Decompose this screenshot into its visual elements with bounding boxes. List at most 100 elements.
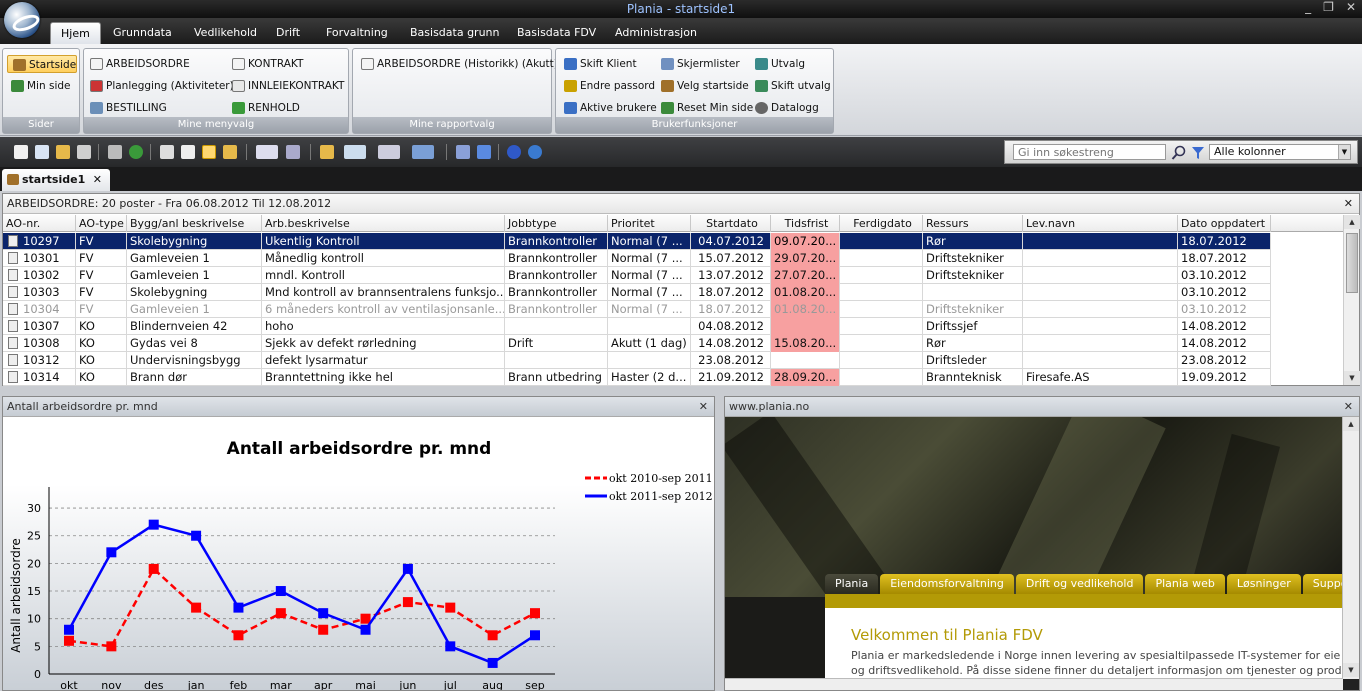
tab-basisdata-grunn[interactable]: Basisdata grunn [400, 22, 510, 44]
tab-startside1[interactable]: startside1 ✕ [2, 169, 110, 191]
formula-icon[interactable] [344, 145, 366, 159]
table-cell: 14.08.2012 [1178, 318, 1271, 335]
table-row[interactable]: 10297 FV Skolebygning Ukentlig Kontroll Bran… [3, 233, 1271, 250]
col-ferdigdato[interactable]: Ferdigdato [840, 215, 923, 232]
copy-icon[interactable] [108, 145, 122, 159]
tab-grunndata[interactable]: Grunndata [103, 22, 182, 44]
tab-basisdata-fdv[interactable]: Basisdata FDV [507, 22, 606, 44]
col-tidsfrist[interactable]: Tidsfrist [771, 215, 840, 232]
tab-forvaltning[interactable]: Forvaltning [316, 22, 398, 44]
close-tab-icon[interactable]: ✕ [93, 169, 102, 191]
new-copy-icon[interactable] [35, 145, 49, 159]
export-icon[interactable] [223, 145, 237, 159]
close-icon[interactable]: ✕ [1344, 194, 1353, 214]
view-icon[interactable] [256, 145, 278, 159]
web-tab-support[interactable]: Support [1302, 574, 1343, 594]
table-row[interactable]: 10314 KO Brann dør Branntettning ikke hel Br… [3, 369, 1271, 386]
info-icon[interactable] [507, 145, 521, 159]
row-document-icon [8, 269, 18, 281]
table-cell [1023, 250, 1178, 267]
scroll-down-icon[interactable]: ▼ [1344, 371, 1360, 385]
col-ressurs[interactable]: Ressurs [923, 215, 1023, 232]
menu-kontrakt[interactable]: KONTRAKT [230, 55, 303, 73]
velg-startside-button[interactable]: Velg startside [659, 77, 749, 95]
folder-icon[interactable] [320, 145, 334, 159]
delete-icon[interactable] [77, 145, 91, 159]
menu-arbeidsordre[interactable]: ARBEIDSORDRE [88, 55, 190, 73]
menu-planlegging[interactable]: Planlegging (Aktiviteter) [88, 77, 234, 95]
web-tab-plania-web[interactable]: Plania web [1145, 574, 1225, 594]
preview-icon[interactable] [202, 145, 216, 159]
col-jobbtype[interactable]: Jobbtype [505, 215, 608, 232]
report-arbeidsordre-historikk[interactable]: ARBEIDSORDRE (Historikk) (Akutt) [359, 55, 558, 73]
chart-icon[interactable] [412, 145, 434, 159]
table-row[interactable]: 10302 FV Gamleveien 1 mndl. Kontroll Brannko… [3, 267, 1271, 284]
table-row[interactable]: 10307 KO Blindernveien 42 hoho 04.08.2012 Dri… [3, 318, 1271, 335]
endre-passord-button[interactable]: Endre passord [562, 77, 655, 95]
menu-renhold[interactable]: RENHOLD [230, 99, 300, 117]
table-row[interactable]: 10308 KO Gydas vei 8 Sjekk av defekt rørled… [3, 335, 1271, 352]
scroll-down-icon[interactable]: ▼ [1343, 663, 1359, 677]
tab-administrasjon[interactable]: Administrasjon [605, 22, 707, 44]
table-row[interactable]: 10301 FV Gamleveien 1 Månedlig kontroll Bran… [3, 250, 1271, 267]
col-ao-type[interactable]: AO-type [76, 215, 127, 232]
skjermlister-button[interactable]: Skjermlister [659, 55, 740, 73]
refresh-icon[interactable] [129, 145, 143, 159]
startside-button[interactable]: Startside [7, 55, 77, 73]
skift-utvalg-button[interactable]: Skift utvalg [753, 77, 831, 95]
col-ao-nr[interactable]: AO-nr. [3, 215, 76, 232]
minimize-button[interactable]: _ [1305, 0, 1311, 14]
skift-klient-button[interactable]: Skift Klient [562, 55, 637, 73]
user-icon [11, 80, 24, 92]
tab-hjem[interactable]: Hjem [50, 22, 101, 44]
column-select[interactable]: Alle kolonner ▼ [1209, 144, 1351, 160]
web-tab-losninger[interactable]: Løsninger [1226, 574, 1301, 594]
search-input[interactable] [1013, 144, 1166, 160]
web-tab-eiendomsforvaltning[interactable]: Eiendomsforvaltning [880, 574, 1014, 594]
close-button[interactable]: ✕ [1346, 0, 1356, 14]
menu-innleiekontrakt[interactable]: INNLEIEKONTRAKT [230, 77, 344, 95]
open-folder-icon[interactable] [56, 145, 70, 159]
grid-scrollbar[interactable]: ▲ ▼ [1343, 215, 1360, 385]
columns-icon[interactable] [378, 145, 400, 159]
web-hscrollbar[interactable] [725, 678, 1343, 690]
col-arbeid[interactable]: Arb.beskrivelse [262, 215, 505, 232]
aktive-brukere-button[interactable]: Aktive brukere [562, 99, 657, 117]
plania-logo-icon[interactable] [4, 2, 40, 38]
monitor-icon [564, 58, 577, 70]
col-lev-navn[interactable]: Lev.navn [1023, 215, 1178, 232]
table-row[interactable]: 10312 KO Undervisningsbygg defekt lysarmatu… [3, 352, 1271, 369]
min-side-button[interactable]: Min side [9, 77, 70, 95]
new-icon[interactable] [14, 145, 28, 159]
col-bygg[interactable]: Bygg/anl beskrivelse [127, 215, 262, 232]
filter-icon[interactable] [456, 145, 470, 159]
scroll-up-icon[interactable]: ▲ [1344, 215, 1360, 229]
web-tab-plania[interactable]: Plania [825, 574, 879, 594]
web-tab-drift[interactable]: Drift og vedlikehold [1015, 574, 1144, 594]
maximize-button[interactable]: ❐ [1323, 0, 1334, 14]
table-row[interactable]: 10303 FV Skolebygning Mnd kontroll av brann… [3, 284, 1271, 301]
web-scrollbar[interactable]: ▲ ▼ [1342, 417, 1359, 679]
layout-icon[interactable] [286, 145, 300, 159]
close-icon[interactable]: ✕ [699, 397, 708, 417]
col-startdato[interactable]: Startdato [691, 215, 771, 232]
datalogg-button[interactable]: Datalogg [753, 99, 819, 117]
print-icon[interactable] [160, 145, 174, 159]
clear-filter-icon[interactable] [477, 145, 491, 159]
menu-bestilling[interactable]: BESTILLING [88, 99, 167, 117]
table-row[interactable]: 10304 FV Gamleveien 16 måneders kontroll a… [3, 301, 1271, 318]
tab-drift[interactable]: Drift [266, 22, 310, 44]
tab-vedlikehold[interactable]: Vedlikehold [184, 22, 267, 44]
col-dato-oppdatert[interactable]: Dato oppdatert [1178, 215, 1271, 232]
x-tick-label: jan [187, 679, 205, 690]
scroll-thumb[interactable] [1346, 233, 1358, 293]
utvalg-button[interactable]: Utvalg [753, 55, 805, 73]
scroll-up-icon[interactable]: ▲ [1343, 417, 1359, 431]
close-icon[interactable]: ✕ [1344, 397, 1353, 417]
print-preview-icon[interactable] [181, 145, 195, 159]
search-icon[interactable] [1171, 145, 1187, 161]
reset-min-side-button[interactable]: Reset Min side [659, 99, 753, 117]
col-prioritet[interactable]: Prioritet [608, 215, 691, 232]
web-icon[interactable] [528, 145, 542, 159]
filter-icon[interactable] [1191, 145, 1205, 161]
